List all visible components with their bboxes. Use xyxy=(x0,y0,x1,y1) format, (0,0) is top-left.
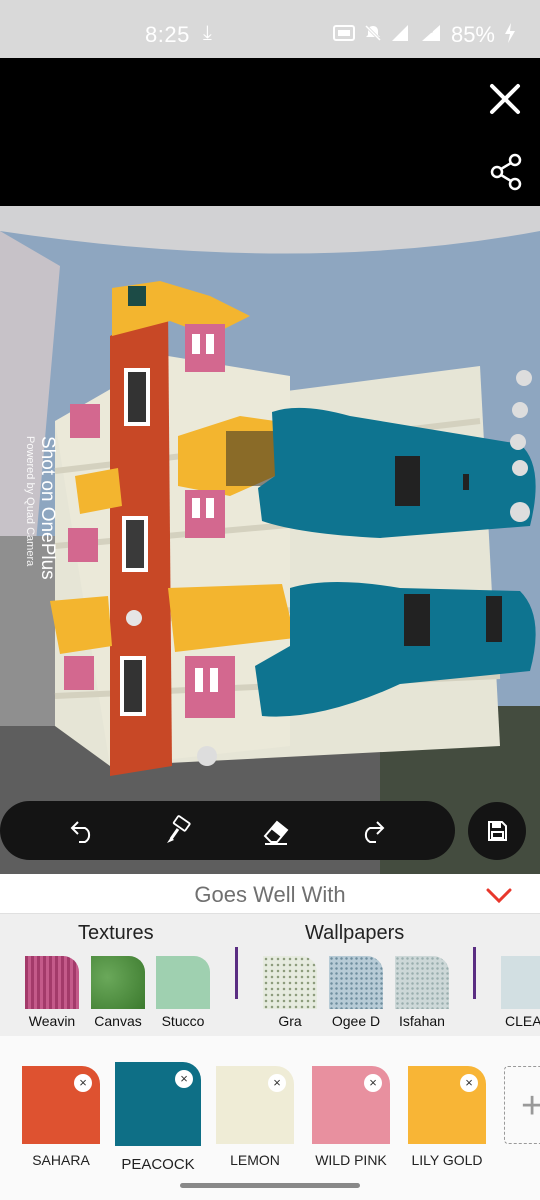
section-divider xyxy=(473,947,476,999)
camera-watermark: Shot on OnePlus Powered by Quad Camera xyxy=(24,436,58,580)
color-chip-lemon[interactable]: × LEMON xyxy=(216,1066,294,1168)
remove-color-icon[interactable]: × xyxy=(175,1070,193,1088)
close-icon[interactable] xyxy=(484,78,526,120)
wallpapers-title: Wallpapers xyxy=(305,922,405,944)
redo-icon[interactable] xyxy=(353,811,393,851)
save-button[interactable] xyxy=(468,802,526,860)
texture-item-stucco[interactable]: Stucco xyxy=(156,956,210,1029)
color-label: WILD PINK xyxy=(315,1152,387,1168)
color-swatch: × xyxy=(216,1066,294,1144)
plus-icon: + xyxy=(521,1085,540,1127)
color-label: LEMON xyxy=(230,1152,280,1168)
wallpaper-label: Gra xyxy=(278,1013,302,1029)
color-swatch: × xyxy=(22,1066,100,1144)
remove-color-icon[interactable]: × xyxy=(460,1074,478,1092)
color-chip-wild-pink[interactable]: × WILD PINK xyxy=(312,1066,390,1168)
wallpaper-swatch xyxy=(329,956,383,1009)
chevron-down-icon[interactable] xyxy=(484,884,514,911)
texture-swatch xyxy=(25,956,79,1009)
download-icon: ⤓ xyxy=(203,22,212,44)
texture-label: Weavin xyxy=(28,1013,76,1029)
color-chip-peacock[interactable]: × PEACOCK xyxy=(115,1062,201,1173)
textures-title: Textures xyxy=(78,922,154,944)
texture-label: Stucco xyxy=(161,1013,205,1029)
texture-item-canvas[interactable]: Canvas xyxy=(91,956,145,1029)
wallpaper-item-clea[interactable]: CLEA xyxy=(501,956,540,1029)
eraser-icon[interactable] xyxy=(256,811,296,851)
status-bar: 8:25 ⤓ 4G 85% xyxy=(0,0,540,58)
wallpaper-item-ogee[interactable]: Ogee D xyxy=(329,956,383,1029)
goes-well-with-bar[interactable]: Goes Well With xyxy=(0,874,540,914)
color-chip-sahara[interactable]: × SAHARA xyxy=(22,1066,100,1168)
color-label: PEACOCK xyxy=(121,1156,195,1173)
save-icon xyxy=(488,821,507,841)
svg-text:4G: 4G xyxy=(424,28,433,35)
building-painting xyxy=(0,206,540,874)
wallpaper-swatch xyxy=(501,956,540,1009)
signal-4g-icon: 4G xyxy=(418,24,442,47)
color-palette: × SAHARA × PEACOCK × LEMON × WILD PINK ×… xyxy=(0,1036,540,1200)
texture-item-weavin[interactable]: Weavin xyxy=(25,956,79,1029)
status-time: 8:25 xyxy=(145,22,190,47)
color-swatch: × xyxy=(115,1062,201,1146)
color-chip-lily-gold[interactable]: × LILY GOLD xyxy=(408,1066,486,1168)
undo-icon[interactable] xyxy=(62,811,102,851)
goes-well-title: Goes Well With xyxy=(194,882,346,907)
materials-panel: Textures Wallpapers Weavin Canvas Stucco… xyxy=(0,914,540,1036)
remove-color-icon[interactable]: × xyxy=(74,1074,92,1092)
home-indicator[interactable] xyxy=(180,1183,360,1188)
wallpaper-label: Ogee D xyxy=(331,1013,381,1029)
wallpaper-swatch xyxy=(263,956,317,1009)
watermark-sub: Powered by Quad Camera xyxy=(24,436,36,567)
charging-icon xyxy=(504,22,516,48)
color-label: SAHARA xyxy=(32,1152,90,1168)
share-icon[interactable] xyxy=(488,152,524,192)
color-label: LILY GOLD xyxy=(411,1152,483,1168)
texture-swatch xyxy=(156,956,210,1009)
wallpaper-item-isfahan[interactable]: Isfahan xyxy=(395,956,449,1029)
status-icons: 4G 85% xyxy=(332,22,516,48)
edit-toolbar xyxy=(0,801,455,860)
add-color-button[interactable]: + xyxy=(504,1066,540,1144)
building-photo[interactable]: Shot on OnePlus Powered by Quad Camera xyxy=(0,206,540,874)
signal-icon xyxy=(391,24,409,47)
wallpaper-label: CLEA xyxy=(505,1013,540,1029)
remove-color-icon[interactable]: × xyxy=(268,1074,286,1092)
remove-color-icon[interactable]: × xyxy=(364,1074,382,1092)
texture-label: Canvas xyxy=(94,1013,142,1029)
watermark-main: Shot on OnePlus xyxy=(37,436,58,580)
color-swatch: × xyxy=(408,1066,486,1144)
battery-percent: 85% xyxy=(450,22,495,47)
section-divider xyxy=(235,947,238,999)
brush-icon[interactable] xyxy=(159,811,199,851)
wallpaper-item-gra[interactable]: Gra xyxy=(263,956,317,1029)
texture-swatch xyxy=(91,956,145,1009)
mute-icon xyxy=(364,24,382,47)
color-swatch: × xyxy=(312,1066,390,1144)
hd-icon xyxy=(332,24,355,47)
wallpaper-swatch xyxy=(395,956,449,1009)
top-bar xyxy=(0,58,540,206)
wallpaper-label: Isfahan xyxy=(399,1013,445,1029)
